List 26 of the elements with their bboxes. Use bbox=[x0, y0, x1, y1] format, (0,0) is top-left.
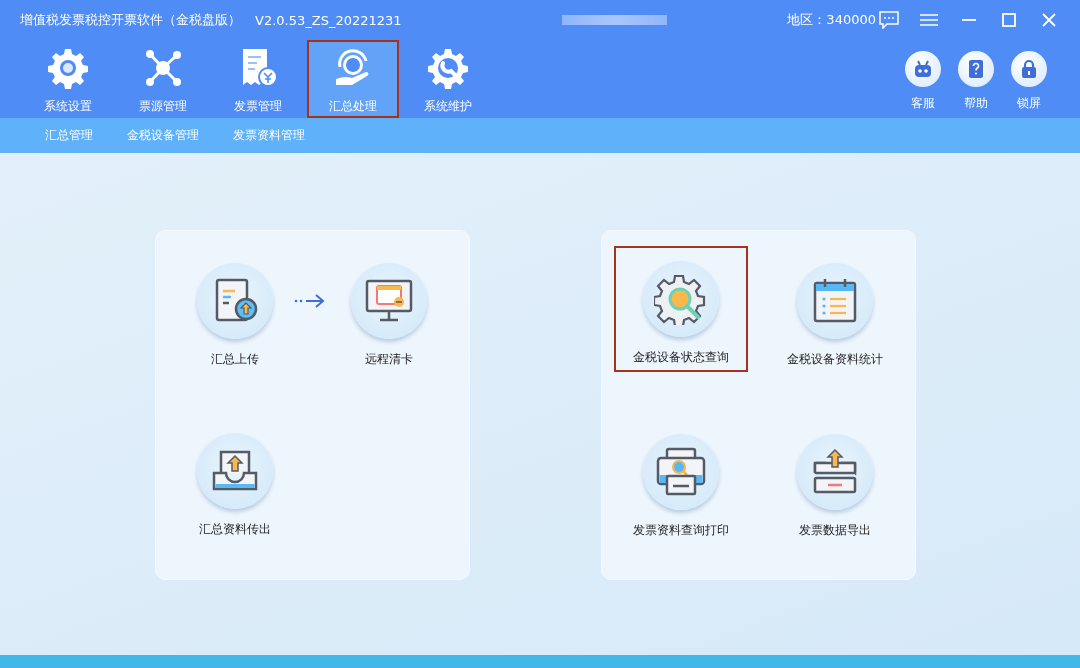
function-tile[interactable]: 汇总上传 bbox=[160, 261, 310, 371]
function-tile[interactable]: 金税设备资料统计 bbox=[760, 261, 910, 371]
version-label: V2.0.53_ZS_20221231 bbox=[255, 12, 402, 28]
nav-tab[interactable]: 系统设置 bbox=[22, 40, 114, 118]
calendar-list-icon bbox=[812, 277, 858, 325]
function-tile[interactable]: 发票数据导出 bbox=[760, 432, 910, 542]
printer-magnifier-icon bbox=[655, 446, 707, 498]
subnav-item[interactable]: 汇总管理 bbox=[45, 127, 93, 144]
help-book-icon bbox=[968, 59, 984, 79]
wrench-gear-icon bbox=[427, 47, 469, 89]
function-tile[interactable]: 发票资料查询打印 bbox=[606, 432, 756, 542]
gear-icon bbox=[47, 47, 89, 89]
nav-tab[interactable]: 票源管理 bbox=[117, 40, 209, 118]
nav-tab[interactable]: 发票管理 bbox=[212, 40, 304, 118]
nav-tab[interactable]: 系统维护 bbox=[402, 40, 494, 118]
region-label: 地区：340000 bbox=[787, 11, 876, 29]
nav-tab[interactable]: 汇总处理 bbox=[307, 40, 399, 118]
function-tile[interactable]: 远程清卡 bbox=[314, 261, 464, 371]
lock-icon bbox=[1021, 59, 1037, 79]
function-tile[interactable]: 汇总资料传出 bbox=[160, 431, 310, 541]
function-tile[interactable]: 金税设备状态查询 bbox=[614, 246, 748, 372]
subnav-item[interactable]: 发票资料管理 bbox=[233, 127, 305, 144]
gear-magnifier-icon bbox=[654, 273, 708, 325]
subnav-item[interactable]: 金税设备管理 bbox=[127, 127, 199, 144]
robot-icon bbox=[913, 60, 933, 78]
window-title: 增值税发票税控开票软件（金税盘版） bbox=[20, 11, 241, 29]
